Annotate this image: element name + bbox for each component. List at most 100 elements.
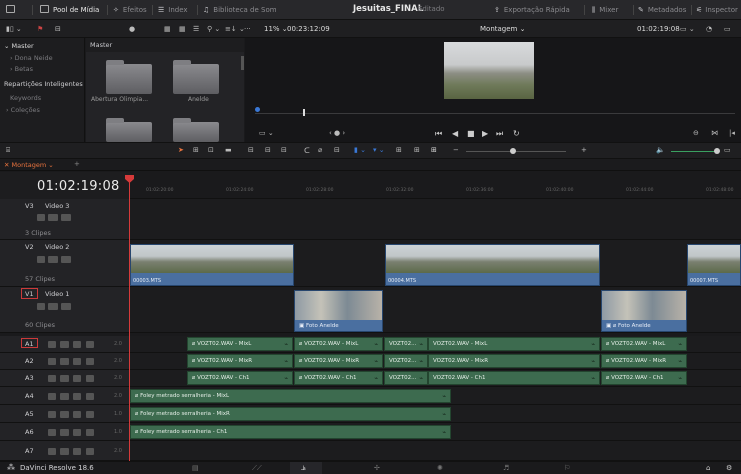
audio-clip[interactable]: ⌀ VOZT02.WAV - MixL ⌁ xyxy=(294,337,383,351)
auto-select-icon[interactable] xyxy=(60,448,69,455)
folder-icon[interactable] xyxy=(106,60,152,94)
media-pool-button[interactable]: Pool de Mídia xyxy=(40,5,99,15)
position-lock-icon[interactable]: ⊟ xyxy=(334,146,340,154)
mute-button[interactable] xyxy=(86,393,94,400)
track-lane-a2[interactable]: ⌀ VOZT02.WAV - MixR ⌁ ⌀ VOZT02.WAV - MixR… xyxy=(130,353,741,370)
lock-icon[interactable] xyxy=(48,429,56,436)
track-header-a5[interactable]: A5 1.0 xyxy=(0,405,130,423)
mute-button[interactable] xyxy=(86,448,94,455)
solo-button[interactable] xyxy=(73,429,81,436)
audio-clip[interactable]: ⌀ VOZT02.WAV - MixR ⌁ xyxy=(294,354,383,368)
viewer-options-icon[interactable]: ▭ ⌄ xyxy=(259,129,274,137)
inspector-button[interactable]: ⚟ Inspector xyxy=(696,5,738,15)
lock-icon[interactable] xyxy=(37,214,45,221)
flag-color-icon[interactable]: ▮ ⌄ xyxy=(354,146,366,154)
audio-clip[interactable]: VOZT02... ⌁ xyxy=(384,371,428,385)
loop-icon[interactable]: ↻ xyxy=(513,129,520,138)
audio-clip[interactable]: ⌀ VOZT02.WAV - Ch1 ⌁ xyxy=(601,371,687,385)
auto-select-icon[interactable] xyxy=(48,256,58,263)
zoom-slider[interactable] xyxy=(466,151,566,152)
lock-icon[interactable] xyxy=(48,411,56,418)
audio-clip[interactable]: ⌀ VOZT02.WAV - Ch1 ⌁ xyxy=(187,371,293,385)
video-clip[interactable]: 00003.MTS xyxy=(130,244,294,286)
settings-icon[interactable]: ⚙ xyxy=(726,464,732,472)
fairlight-page-icon[interactable]: ♬ xyxy=(503,464,509,472)
solo-button[interactable] xyxy=(73,393,81,400)
fusion-page-icon[interactable]: ✢ xyxy=(374,464,380,472)
mute-button[interactable] xyxy=(86,411,94,418)
zoom-level[interactable]: 11% ⌄ xyxy=(264,25,288,33)
solo-button[interactable] xyxy=(73,358,81,365)
play-icon[interactable]: ▶ xyxy=(482,129,488,138)
sidebar-item-master[interactable]: ⌄ Master xyxy=(4,42,34,50)
solo-button[interactable] xyxy=(73,411,81,418)
quick-export-button[interactable]: ⇪ Exportação Rápida xyxy=(494,5,570,15)
track-header-v3[interactable]: V3 Video 3 3 Clipes xyxy=(0,199,130,240)
scrub-playhead[interactable] xyxy=(303,109,305,116)
linked-selection-icon[interactable]: ⌀ xyxy=(318,146,322,154)
zoom-in-icon[interactable]: + xyxy=(581,146,587,154)
timeline-selector[interactable]: Montagem ⌄ xyxy=(480,25,525,33)
match-frame-icon[interactable]: ⊖ xyxy=(693,129,699,137)
toggle-panel-button[interactable] xyxy=(6,5,19,15)
auto-select-icon[interactable] xyxy=(60,411,69,418)
effects-button[interactable]: ✧ Efeitos xyxy=(113,5,147,15)
search-icon[interactable]: ⚲ ⌄ xyxy=(207,25,220,33)
track-header-a3[interactable]: A3 2.0 xyxy=(0,370,130,387)
blade-tool-icon[interactable]: ▬ xyxy=(225,146,232,154)
mute-button[interactable] xyxy=(86,358,94,365)
audio-icon[interactable]: ◔ xyxy=(706,25,712,33)
folder-icon[interactable] xyxy=(173,118,219,142)
auto-select-icon[interactable] xyxy=(60,393,69,400)
audio-clip[interactable]: ⌀ Foley metrado serralheria - Ch1 ⌁ xyxy=(130,425,451,439)
media-page-icon[interactable]: ▤ xyxy=(192,464,199,472)
marker-color-icon[interactable]: ▾ ⌄ xyxy=(373,146,385,154)
track-header-v1[interactable]: V1 Video 1 60 Clipes xyxy=(0,287,130,333)
audio-clip[interactable]: ⌀ VOZT02.WAV - MixR ⌁ xyxy=(601,354,687,368)
audio-clip[interactable]: VOZT02... ⌁ xyxy=(384,354,428,368)
zoom-slider-handle[interactable] xyxy=(510,148,516,154)
mark-in-out-icon[interactable]: ⋈ xyxy=(711,129,718,137)
track-header-a7[interactable]: A7 2.0 xyxy=(0,441,130,461)
color-page-icon[interactable]: ✺ xyxy=(437,464,443,472)
toggle-track-icon[interactable] xyxy=(61,303,71,310)
audio-clip[interactable]: ⌀ Foley metrado serralheria - MixL ⌁ xyxy=(130,389,451,403)
auto-select-icon[interactable] xyxy=(60,358,69,365)
dynamic-trim-icon[interactable]: ⊡ xyxy=(208,146,214,154)
stop-icon[interactable]: ■ xyxy=(467,129,475,138)
play-reverse-icon[interactable]: ◀ xyxy=(452,129,458,138)
lock-icon[interactable] xyxy=(48,341,56,348)
snapping-icon[interactable]: ᑕ xyxy=(304,146,310,155)
timeline-view-options-icon[interactable]: ⌸ xyxy=(6,146,10,155)
viewer-mode-icon[interactable]: ▭ ⌄ xyxy=(680,25,695,33)
metadata-button[interactable]: ✎ Metadados xyxy=(638,5,686,15)
track-lane-v1[interactable]: ▣ Foto Anelde ▣ ⌀ Foto Anelde xyxy=(130,287,741,333)
track-header-a4[interactable]: A4 2.0 xyxy=(0,387,130,405)
toggle-track-icon[interactable] xyxy=(61,256,71,263)
sidebar-item-betas[interactable]: › Betas xyxy=(10,65,33,73)
auto-select-icon[interactable] xyxy=(48,214,58,221)
folder-icon[interactable] xyxy=(173,60,219,94)
go-to-end-icon[interactable]: ⏭ xyxy=(496,129,503,139)
audio-clip[interactable]: ⌀ VOZT02.WAV - Ch1 ⌁ xyxy=(294,371,383,385)
solo-button[interactable] xyxy=(73,375,81,382)
audio-clip[interactable]: VOZT02... ⌁ xyxy=(384,337,428,351)
zoom-detail-icon[interactable]: ⊞ xyxy=(414,146,420,154)
auto-select-icon[interactable] xyxy=(60,341,69,348)
overwrite-clip-icon[interactable]: ⊟ xyxy=(265,146,271,154)
audio-meter-icon[interactable]: ▭ xyxy=(724,146,731,154)
lock-icon[interactable] xyxy=(37,303,45,310)
selection-tool-icon[interactable]: ➤ xyxy=(178,146,184,154)
insert-clip-icon[interactable]: ⊟ xyxy=(248,146,254,154)
audio-clip[interactable]: ⌀ VOZT02.WAV - MixL ⌁ xyxy=(187,337,293,351)
edit-page-tab[interactable] xyxy=(290,462,322,474)
volume-slider-handle[interactable] xyxy=(714,148,720,154)
sidebar-item-collections[interactable]: › Coleções xyxy=(6,106,40,114)
jog-icon[interactable]: ‹ ● › xyxy=(329,129,345,137)
audio-clip[interactable]: VOZT02.WAV - MixR ⌁ xyxy=(428,354,600,368)
edit-page-icon[interactable]: ⫡ xyxy=(301,464,306,473)
mute-button[interactable] xyxy=(86,375,94,382)
zoom-out-icon[interactable]: − xyxy=(453,146,459,154)
track-header-v2[interactable]: V2 Video 2 57 Clipes xyxy=(0,240,130,287)
auto-select-icon[interactable] xyxy=(60,429,69,436)
